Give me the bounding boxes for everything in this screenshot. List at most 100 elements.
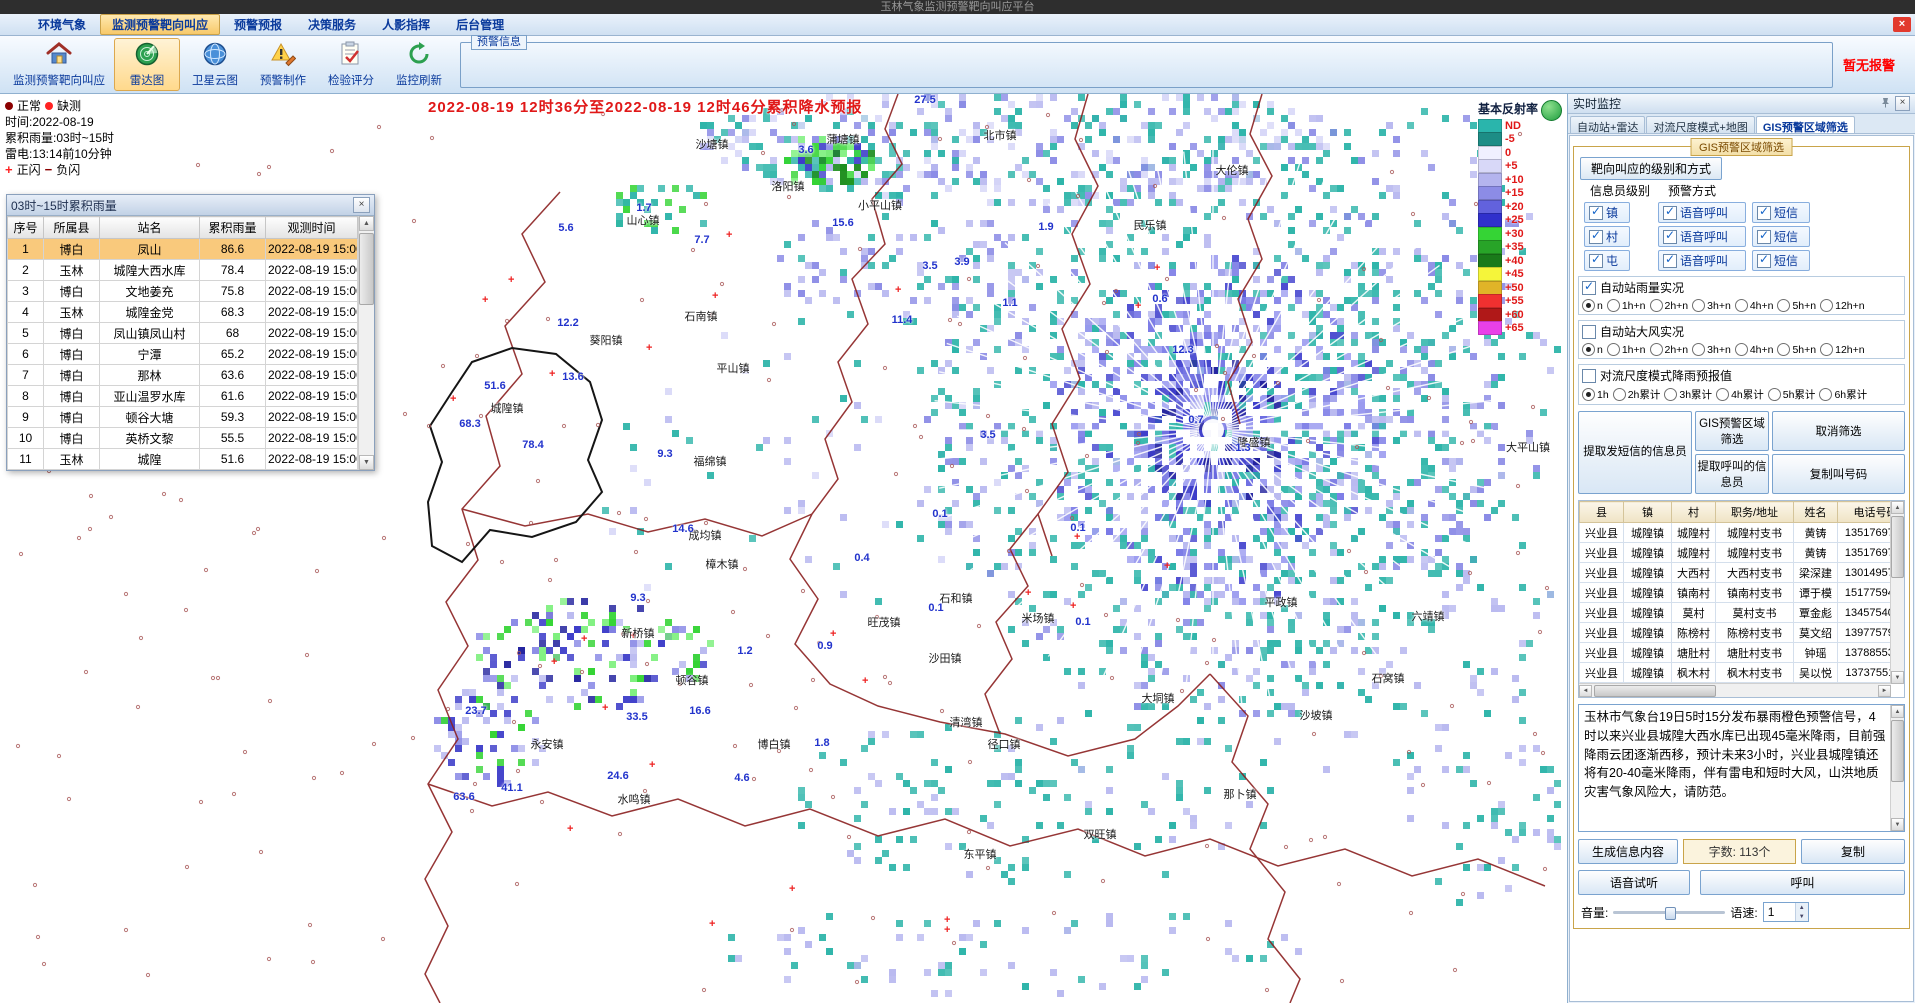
- contacts-horizontal-scrollbar[interactable]: ◄ ►: [1579, 683, 1891, 697]
- radio-icon[interactable]: [1613, 388, 1626, 401]
- table-row[interactable]: 7博白那林63.62022-08-19 15:00: [8, 365, 358, 386]
- message-vertical-scrollbar[interactable]: ▲ ▼: [1890, 705, 1904, 831]
- toolbar-score-button[interactable]: 检验评分: [318, 38, 384, 91]
- scroll-up-icon[interactable]: ▲: [1891, 705, 1904, 718]
- radio-icon[interactable]: [1735, 343, 1748, 356]
- table-row[interactable]: 6博白宁潭65.22022-08-19 15:00: [8, 344, 358, 365]
- table-row[interactable]: 9博白顿谷大塘59.32022-08-19 15:00: [8, 407, 358, 428]
- panel-tab-1[interactable]: 自动站+雷达: [1570, 116, 1645, 133]
- table-row[interactable]: 11玉林城隍51.62022-08-19 15:00: [8, 449, 358, 470]
- map-area[interactable]: ++++++++++++++++++++++++++ 2022-08-19 12…: [0, 94, 1567, 1003]
- table-row[interactable]: 8博白亚山温罗水库61.62022-08-19 15:00: [8, 386, 358, 407]
- column-header[interactable]: 所属县: [44, 217, 100, 239]
- table-row[interactable]: 10博白英桥文黎55.52022-08-19 15:00: [8, 428, 358, 449]
- rain-option-1[interactable]: n: [1582, 299, 1603, 312]
- radio-icon[interactable]: [1692, 343, 1705, 356]
- radio-icon[interactable]: [1664, 388, 1677, 401]
- menu-item-1[interactable]: 环境气象: [26, 14, 98, 35]
- warning-message-text[interactable]: 玉林市气象台19日5时15分发布暴雨橙色预警信号，4时以来兴业县城隍大西水库已出…: [1578, 704, 1905, 832]
- generate-message-button[interactable]: 生成信息内容: [1578, 839, 1678, 864]
- contact-row[interactable]: 兴业县城隍镇大西村大西村支书梁深建1301495717: [1580, 563, 1906, 583]
- contact-row[interactable]: 兴业县城隍镇镇南村镇南村支书谭于模1517759467: [1580, 583, 1906, 603]
- table-row[interactable]: 2玉林城隍大西水库78.42022-08-19 15:00: [8, 260, 358, 281]
- model-option-4[interactable]: 4h累计: [1716, 387, 1764, 402]
- menu-item-3[interactable]: 预警预报: [222, 14, 294, 35]
- toolbar-warning-edit-button[interactable]: 预警制作: [250, 38, 316, 91]
- column-header[interactable]: 累积雨量: [200, 217, 266, 239]
- rain-option-7[interactable]: 12h+n: [1820, 299, 1865, 312]
- wind-option-3[interactable]: 2h+n: [1650, 343, 1689, 356]
- level-checkbox-2[interactable]: 村: [1584, 226, 1630, 247]
- column-header[interactable]: 观测时间: [266, 217, 358, 239]
- model-option-3[interactable]: 3h累计: [1664, 387, 1712, 402]
- scroll-up-icon[interactable]: ▲: [1891, 501, 1904, 514]
- column-header[interactable]: 序号: [8, 217, 44, 239]
- menu-item-4[interactable]: 决策服务: [296, 14, 368, 35]
- sms-checkbox-2[interactable]: 短信: [1752, 226, 1810, 247]
- rain-option-2[interactable]: 1h+n: [1607, 299, 1646, 312]
- contacts-column-header[interactable]: 姓名: [1794, 502, 1838, 523]
- toolbar-satellite-button[interactable]: 卫星云图: [182, 38, 248, 91]
- toolbar-radar-button[interactable]: 雷达图: [114, 38, 180, 91]
- radio-icon[interactable]: [1819, 388, 1832, 401]
- radio-icon[interactable]: [1716, 388, 1729, 401]
- column-header[interactable]: 站名: [100, 217, 200, 239]
- checkbox-icon[interactable]: [1589, 230, 1603, 244]
- menu-item-2[interactable]: 监测预警靶向叫应: [100, 14, 220, 35]
- level-checkbox-1[interactable]: 镇: [1584, 202, 1630, 223]
- radio-icon[interactable]: [1735, 299, 1748, 312]
- panel-tab-3[interactable]: GIS预警区域筛选: [1756, 116, 1855, 133]
- rain-option-3[interactable]: 2h+n: [1650, 299, 1689, 312]
- wind-option-6[interactable]: 5h+n: [1777, 343, 1816, 356]
- level-checkbox-3[interactable]: 屯: [1584, 250, 1630, 271]
- copy-call-number-button[interactable]: 复制叫号码: [1772, 454, 1905, 494]
- cancel-filter-button[interactable]: 取消筛选: [1772, 411, 1905, 451]
- voice-call-checkbox-3[interactable]: 语音呼叫: [1658, 250, 1746, 271]
- contacts-vertical-scrollbar[interactable]: ▲ ▼: [1890, 501, 1904, 684]
- pin-icon[interactable]: [1880, 97, 1891, 111]
- volume-slider[interactable]: [1613, 905, 1725, 919]
- radio-icon[interactable]: [1820, 299, 1833, 312]
- target-call-level-button[interactable]: 靶向叫应的级别和方式: [1580, 157, 1722, 180]
- contacts-column-header[interactable]: 村: [1672, 502, 1716, 523]
- model-option-6[interactable]: 6h累计: [1819, 387, 1867, 402]
- rain-table-scrollbar[interactable]: ▲ ▼: [358, 216, 374, 470]
- scroll-thumb[interactable]: [1891, 720, 1904, 782]
- rain-option-4[interactable]: 3h+n: [1692, 299, 1731, 312]
- checkbox-icon[interactable]: [1757, 254, 1771, 268]
- voice-call-checkbox-1[interactable]: 语音呼叫: [1658, 202, 1746, 223]
- rain-option-5[interactable]: 4h+n: [1735, 299, 1774, 312]
- checkbox-icon[interactable]: [1757, 230, 1771, 244]
- toolbar-refresh-button[interactable]: 监控刷新: [386, 38, 452, 91]
- map-locate-button[interactable]: [1541, 100, 1562, 121]
- radio-icon[interactable]: [1692, 299, 1705, 312]
- wind-live-checkbox[interactable]: [1582, 325, 1596, 339]
- table-row[interactable]: 4玉林城隍金党68.32022-08-19 15:00: [8, 302, 358, 323]
- contacts-table[interactable]: 县镇村职务/地址姓名电话号码 兴业县城隍镇城隍村城隍村支书黄铸135176975…: [1578, 500, 1905, 698]
- scroll-thumb[interactable]: [1594, 685, 1716, 697]
- table-row[interactable]: 3博白文地姜充75.82022-08-19 15:00: [8, 281, 358, 302]
- contacts-column-header[interactable]: 镇: [1624, 502, 1672, 523]
- radio-icon[interactable]: [1607, 343, 1620, 356]
- radio-icon[interactable]: [1650, 343, 1663, 356]
- scroll-up-icon[interactable]: ▲: [359, 216, 374, 231]
- rain-table-titlebar[interactable]: 03时~15时累积雨量 ×: [7, 195, 374, 216]
- scroll-thumb[interactable]: [359, 233, 374, 305]
- contact-row[interactable]: 兴业县城隍镇塘肚村塘肚村支书钟瑶1378855341: [1580, 643, 1906, 663]
- radio-icon[interactable]: [1650, 299, 1663, 312]
- contact-row[interactable]: 兴业县城隍镇城隍村城隍村支书黄铸1351769757: [1580, 543, 1906, 563]
- speed-spinner[interactable]: 1 ▲▼: [1763, 902, 1809, 922]
- rain-table-close-button[interactable]: ×: [353, 197, 370, 213]
- call-button[interactable]: 呼叫: [1700, 870, 1905, 895]
- copy-message-button[interactable]: 复制: [1801, 839, 1905, 864]
- volume-slider-thumb[interactable]: [1665, 907, 1676, 920]
- radio-icon[interactable]: [1820, 343, 1833, 356]
- panel-close-icon[interactable]: ×: [1895, 96, 1910, 111]
- scroll-thumb[interactable]: [1891, 516, 1904, 578]
- panel-tab-2[interactable]: 对流尺度模式+地图: [1646, 116, 1754, 133]
- extract-sms-informer-button[interactable]: 提取发短信的信息员: [1578, 411, 1692, 494]
- rain-option-6[interactable]: 5h+n: [1777, 299, 1816, 312]
- radio-icon[interactable]: [1582, 343, 1595, 356]
- checkbox-icon[interactable]: [1757, 206, 1771, 220]
- radio-icon[interactable]: [1777, 343, 1790, 356]
